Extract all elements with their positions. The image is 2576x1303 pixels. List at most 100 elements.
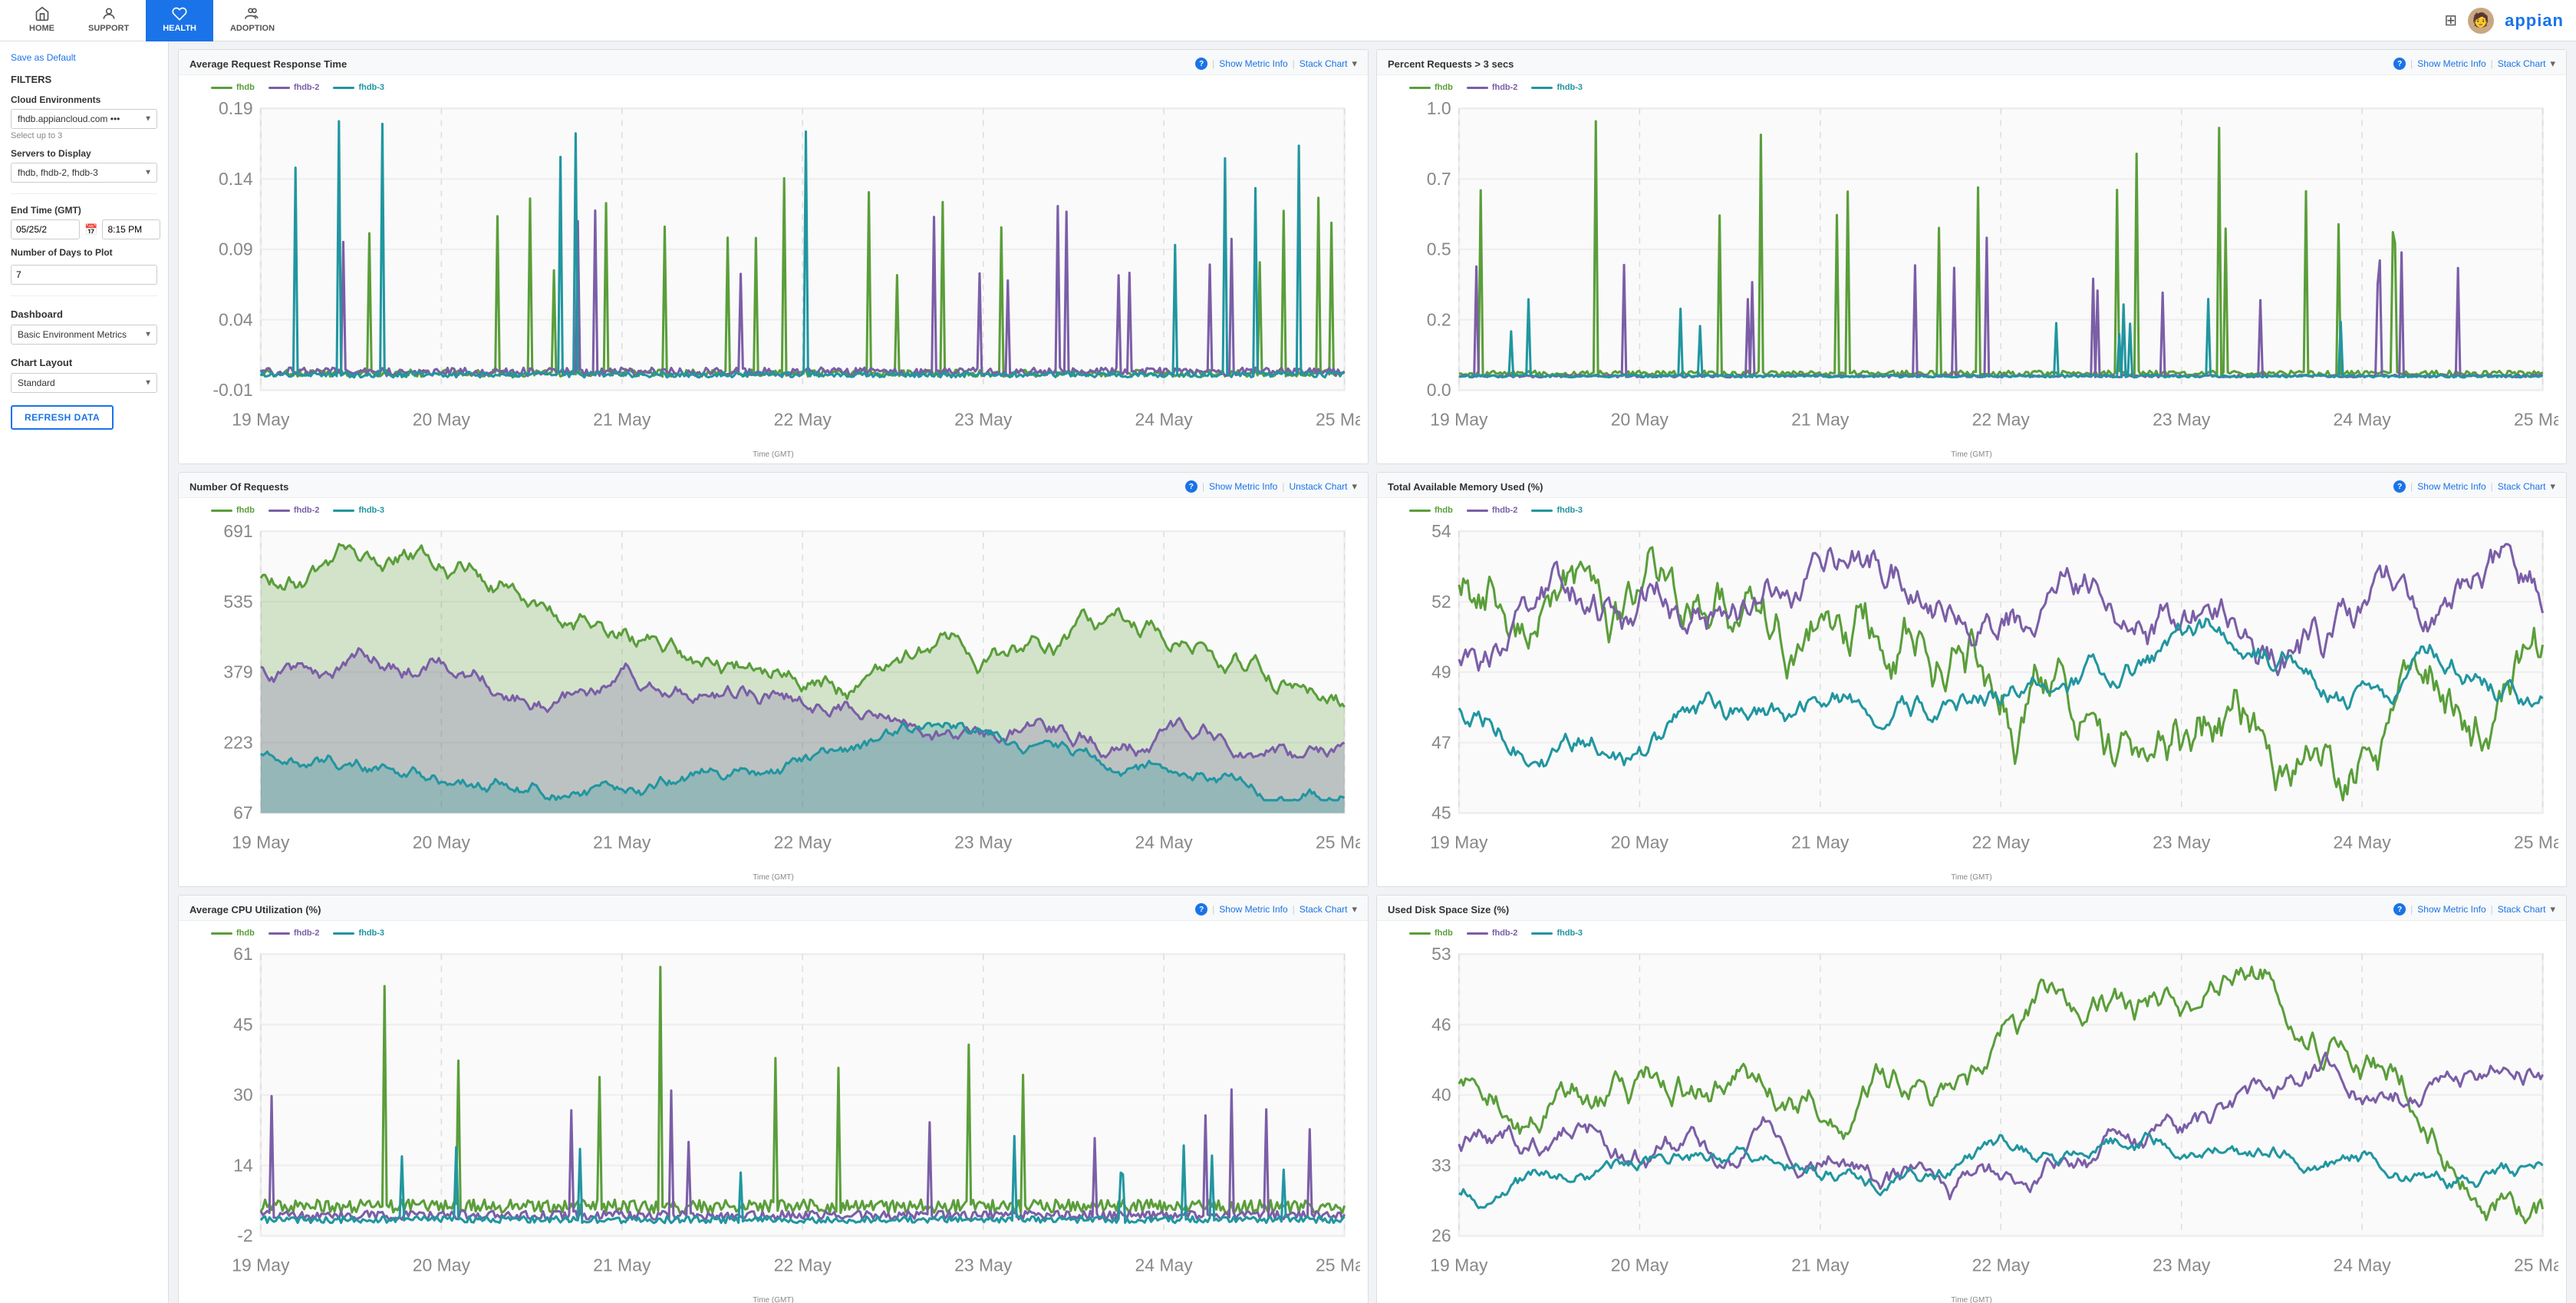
legend-line-fhdb xyxy=(1409,510,1431,512)
svg-text:22 May: 22 May xyxy=(1972,1255,2031,1275)
legend-label-fhdb-2: fhdb-2 xyxy=(1492,83,1518,92)
chart-title-avg-cpu: Average CPU Utilization (%) xyxy=(189,904,321,915)
end-time-row: 📅 xyxy=(11,219,157,239)
end-time-time[interactable] xyxy=(102,219,160,239)
nav-right: ⊞ 🧑 appian xyxy=(2444,8,2564,34)
chart-body-percent-requests: fhdb fhdb-2 fhdb-3 0.00.20.50.71.0 xyxy=(1377,75,2566,463)
question-icon-total-memory[interactable]: ? xyxy=(2393,480,2406,493)
calendar-icon[interactable]: 📅 xyxy=(84,223,97,236)
chart-svg-num-requests: 67223379535691 19 May20 May21 May22 May2… xyxy=(186,520,1360,872)
unstack-chart-link-num-requests[interactable]: Unstack Chart xyxy=(1289,481,1347,492)
question-icon-avg-cpu[interactable]: ? xyxy=(1195,903,1207,915)
legend-item-fhdb-3: fhdb-3 xyxy=(1531,83,1583,92)
svg-text:0.19: 0.19 xyxy=(219,98,253,118)
refresh-button[interactable]: REFRESH DATA xyxy=(11,405,114,430)
chart-body-disk-space: fhdb fhdb-2 fhdb-3 2633404653 19 xyxy=(1377,921,2566,1303)
svg-text:22 May: 22 May xyxy=(1972,409,2031,429)
collapse-icon-avg-cpu[interactable]: ▾ xyxy=(1352,903,1357,915)
svg-text:20 May: 20 May xyxy=(1611,832,1669,852)
chart-title-disk-space: Used Disk Space Size (%) xyxy=(1388,904,1509,915)
nav-adoption[interactable]: ADOPTION xyxy=(213,0,292,41)
chart-svg-avg-request-response: -0.010.040.090.140.19 19 May20 May21 May… xyxy=(186,97,1360,449)
show-metric-info-link-num-requests[interactable]: Show Metric Info xyxy=(1209,481,1277,492)
grid-icon[interactable]: ⊞ xyxy=(2444,11,2457,30)
main-layout: Save as Default FILTERS Cloud Environmen… xyxy=(0,41,2576,1303)
collapse-icon-percent-requests[interactable]: ▾ xyxy=(2550,58,2555,70)
nav-support[interactable]: SUPPORT xyxy=(71,0,146,41)
show-metric-info-link-avg-cpu[interactable]: Show Metric Info xyxy=(1219,904,1287,915)
chart-header-avg-cpu: Average CPU Utilization (%) ? | Show Met… xyxy=(179,896,1368,921)
show-metric-info-link-avg-request-response[interactable]: Show Metric Info xyxy=(1219,58,1287,69)
question-icon-disk-space[interactable]: ? xyxy=(2393,903,2406,915)
svg-text:22 May: 22 May xyxy=(774,832,832,852)
svg-text:25 May: 25 May xyxy=(1316,1255,1360,1275)
show-metric-info-link-percent-requests[interactable]: Show Metric Info xyxy=(2417,58,2485,69)
svg-text:535: 535 xyxy=(223,592,252,612)
legend-item-fhdb: fhdb xyxy=(1409,83,1453,92)
collapse-icon-total-memory[interactable]: ▾ xyxy=(2550,480,2555,493)
stack-chart-link-avg-cpu[interactable]: Stack Chart xyxy=(1300,904,1348,915)
avatar: 🧑 xyxy=(2468,8,2494,34)
svg-text:53: 53 xyxy=(1431,944,1451,964)
chart-controls-num-requests: ? | Show Metric Info | Unstack Chart ▾ xyxy=(1185,480,1357,493)
chart-svg-disk-space: 2633404653 19 May20 May21 May22 May23 Ma… xyxy=(1385,942,2558,1295)
collapse-icon-avg-request-response[interactable]: ▾ xyxy=(1352,58,1357,70)
nav-home[interactable]: HOME xyxy=(12,0,71,41)
collapse-icon-disk-space[interactable]: ▾ xyxy=(2550,903,2555,915)
legend-line-fhdb-2 xyxy=(1467,932,1488,935)
end-time-date[interactable] xyxy=(11,219,80,239)
save-default-link[interactable]: Save as Default xyxy=(11,52,157,63)
legend-item-fhdb-2: fhdb-2 xyxy=(268,929,320,938)
question-icon-avg-request-response[interactable]: ? xyxy=(1195,58,1207,70)
svg-text:21 May: 21 May xyxy=(593,1255,651,1275)
legend-label-fhdb: fhdb xyxy=(1435,506,1453,515)
svg-text:21 May: 21 May xyxy=(593,409,651,429)
servers-select[interactable]: fhdb, fhdb-2, fhdb-3 xyxy=(11,163,157,183)
x-axis-label-disk-space: Time (GMT) xyxy=(1385,1296,2558,1303)
chart-header-avg-request-response: Average Request Response Time ? | Show M… xyxy=(179,50,1368,75)
collapse-icon-num-requests[interactable]: ▾ xyxy=(1352,480,1357,493)
stack-chart-link-disk-space[interactable]: Stack Chart xyxy=(2498,904,2546,915)
dashboard-select[interactable]: Basic Environment Metrics xyxy=(11,325,157,345)
svg-text:24 May: 24 May xyxy=(1135,409,1194,429)
svg-text:25 May: 25 May xyxy=(2514,832,2558,852)
legend-line-fhdb-3 xyxy=(333,932,354,935)
chart-layout-select[interactable]: Standard xyxy=(11,373,157,393)
svg-text:23 May: 23 May xyxy=(2153,409,2211,429)
question-icon-num-requests[interactable]: ? xyxy=(1185,480,1197,493)
stack-chart-link-percent-requests[interactable]: Stack Chart xyxy=(2498,58,2546,69)
svg-text:46: 46 xyxy=(1431,1014,1451,1034)
question-icon-percent-requests[interactable]: ? xyxy=(2393,58,2406,70)
sidebar: Save as Default FILTERS Cloud Environmen… xyxy=(0,41,169,1303)
svg-text:23 May: 23 May xyxy=(954,1255,1013,1275)
stack-chart-link-total-memory[interactable]: Stack Chart xyxy=(2498,481,2546,492)
legend-line-fhdb-3 xyxy=(333,87,354,89)
show-metric-info-link-total-memory[interactable]: Show Metric Info xyxy=(2417,481,2485,492)
x-axis-label-total-memory: Time (GMT) xyxy=(1385,873,2558,882)
svg-text:-2: -2 xyxy=(237,1225,252,1245)
stack-chart-link-avg-request-response[interactable]: Stack Chart xyxy=(1300,58,1348,69)
legend-label-fhdb: fhdb xyxy=(1435,929,1453,938)
chart-body-num-requests: fhdb fhdb-2 fhdb-3 67223379535691 xyxy=(179,498,1368,886)
chart-layout-select-wrap: Standard ▼ xyxy=(11,373,157,393)
show-metric-info-link-disk-space[interactable]: Show Metric Info xyxy=(2417,904,2485,915)
chart-title-total-memory: Total Available Memory Used (%) xyxy=(1388,481,1543,493)
svg-text:24 May: 24 May xyxy=(2334,832,2392,852)
svg-text:21 May: 21 May xyxy=(593,832,651,852)
svg-text:40: 40 xyxy=(1431,1085,1451,1105)
svg-text:24 May: 24 May xyxy=(2334,1255,2392,1275)
cloud-env-select[interactable]: fhdb.appiancloud.com ••• xyxy=(11,109,157,129)
chart-header-num-requests: Number Of Requests ? | Show Metric Info … xyxy=(179,473,1368,498)
legend-item-fhdb-3: fhdb-3 xyxy=(333,83,384,92)
days-input[interactable] xyxy=(11,265,157,285)
legend-line-fhdb-2 xyxy=(268,510,290,512)
legend-label-fhdb-3: fhdb-3 xyxy=(358,506,384,515)
chart-svg-total-memory: 4547495254 19 May20 May21 May22 May23 Ma… xyxy=(1385,520,2558,872)
chart-controls-avg-cpu: ? | Show Metric Info | Stack Chart ▾ xyxy=(1195,903,1357,915)
filters-title: FILTERS xyxy=(11,74,157,85)
legend-line-fhdb xyxy=(1409,932,1431,935)
nav-health[interactable]: HEALTH xyxy=(146,0,213,41)
legend-line-fhdb-2 xyxy=(1467,510,1488,512)
chart-card-avg-request-response: Average Request Response Time ? | Show M… xyxy=(178,49,1369,464)
svg-text:-0.01: -0.01 xyxy=(212,380,252,400)
